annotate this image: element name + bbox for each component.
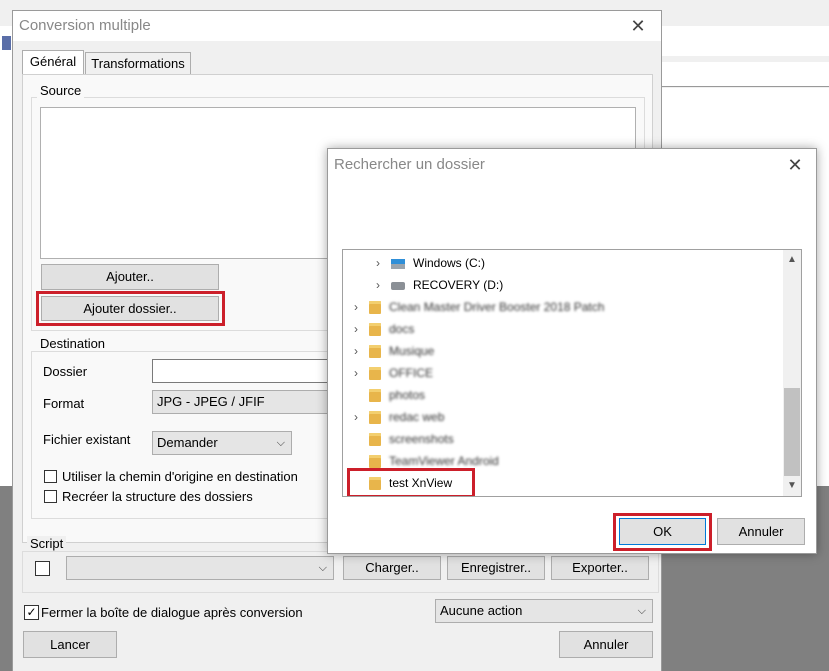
add-button[interactable]: Ajouter.. — [41, 264, 219, 290]
close-icon[interactable]: ✕ — [780, 150, 810, 180]
chevron-right-icon[interactable]: › — [349, 406, 363, 428]
format-select[interactable]: JPG - JPEG / JFIF — [152, 390, 352, 414]
tree-item[interactable]: photos — [343, 384, 783, 406]
background-toolbar — [660, 26, 829, 56]
export-button[interactable]: Exporter.. — [551, 556, 649, 580]
tree-scrollbar[interactable]: ▲ ▼ — [783, 250, 801, 496]
recreate-structure-label: Recréer la structure des dossiers — [62, 489, 253, 504]
use-original-path-label: Utiliser la chemin d'origine en destinat… — [62, 469, 298, 484]
folder-icon — [369, 433, 381, 447]
tab-general[interactable]: Général — [22, 50, 84, 75]
destination-label: Destination — [37, 336, 109, 351]
load-button[interactable]: Charger.. — [343, 556, 441, 580]
folder-icon — [369, 389, 381, 403]
app-icon — [2, 36, 11, 50]
tree-item[interactable]: › RECOVERY (D:) — [343, 274, 783, 296]
tree-item-label: TeamViewer Android — [389, 454, 499, 468]
background-tabbar — [660, 62, 829, 87]
ok-button[interactable]: OK — [619, 518, 706, 545]
tree-item-label: redac web — [389, 410, 445, 424]
chevron-right-icon[interactable]: › — [349, 340, 363, 362]
chevron-right-icon[interactable]: › — [371, 274, 385, 296]
existing-file-select[interactable]: Demander ⌵ — [152, 431, 292, 455]
scrollbar-thumb[interactable] — [784, 388, 800, 476]
run-button[interactable]: Lancer — [23, 631, 117, 658]
script-checkbox[interactable] — [35, 561, 50, 576]
browse-cancel-button[interactable]: Annuler — [717, 518, 805, 545]
recreate-structure-checkbox[interactable] — [44, 490, 57, 503]
tree-item-label: Windows (C:) — [413, 256, 486, 270]
chevron-down-icon: ⌵ — [276, 437, 285, 449]
save-script-button[interactable]: Enregistrer.. — [447, 556, 545, 580]
format-label: Format — [43, 396, 85, 411]
tree-item-label: photos — [389, 388, 426, 402]
chevron-down-icon: ⌵ — [318, 562, 327, 574]
tree-item-label: Clean Master Driver Booster 2018 Patch — [389, 300, 605, 314]
folder-icon — [369, 411, 381, 425]
windows-drive-icon — [391, 258, 405, 269]
chevron-right-icon[interactable]: › — [349, 296, 363, 318]
folder-icon — [369, 455, 381, 469]
tree-item[interactable]: › redac web — [343, 406, 783, 428]
tree-item[interactable]: › docs — [343, 318, 783, 340]
script-select[interactable]: ⌵ — [66, 556, 334, 580]
source-label: Source — [37, 83, 85, 98]
tree-item[interactable]: screenshots — [343, 428, 783, 450]
conversion-titlebar: Conversion multiple ✕ — [13, 11, 661, 41]
tree-item-label: Musique — [389, 344, 435, 358]
folder-input[interactable] — [152, 359, 352, 383]
folder-tree[interactable]: › Windows (C:) › RECOVERY (D:) › Clean Master… — [342, 249, 802, 497]
chevron-right-icon[interactable]: › — [349, 362, 363, 384]
tree-item-label: docs — [389, 322, 415, 336]
folder-icon — [369, 367, 381, 381]
dialog-title: Conversion multiple — [19, 17, 151, 34]
chevron-right-icon[interactable]: › — [349, 318, 363, 340]
scroll-down-icon[interactable]: ▼ — [787, 480, 797, 491]
tree-item-label: screenshots — [389, 432, 454, 446]
folder-icon — [369, 323, 381, 337]
tree-item[interactable]: › Clean Master Driver Booster 2018 Patch — [343, 296, 783, 318]
folder-label: Dossier — [43, 364, 88, 379]
close-after-checkbox[interactable]: ✓ — [24, 605, 39, 620]
tree-item-label: OFFICE — [389, 366, 433, 380]
add-folder-button[interactable]: Ajouter dossier.. — [41, 296, 219, 321]
tree-item[interactable]: › Musique — [343, 340, 783, 362]
tree-item[interactable]: › Windows (C:) — [343, 252, 783, 274]
use-original-path-checkbox[interactable] — [44, 470, 57, 483]
tree-item[interactable]: › OFFICE — [343, 362, 783, 384]
drive-icon — [391, 281, 405, 290]
scroll-up-icon[interactable]: ▲ — [787, 254, 797, 265]
close-after-label: Fermer la boîte de dialogue après conver… — [41, 605, 303, 620]
browse-titlebar: Rechercher un dossier ✕ — [328, 149, 816, 181]
folder-icon — [369, 301, 381, 315]
tab-transformations[interactable]: Transformations — [85, 52, 191, 74]
folder-tree-items: › Windows (C:) › RECOVERY (D:) › Clean Master… — [343, 252, 783, 496]
after-action-select[interactable]: Aucune action ⌵ — [435, 599, 653, 623]
folder-icon — [369, 345, 381, 359]
tree-item-label: RECOVERY (D:) — [413, 278, 504, 292]
selected-folder-highlight — [347, 468, 475, 496]
script-label: Script — [27, 536, 67, 551]
browse-dialog-title: Rechercher un dossier — [334, 156, 485, 173]
background-left-strip — [0, 26, 12, 486]
browse-folder-dialog: Rechercher un dossier ✕ › Windows (C:) › RE… — [327, 148, 817, 554]
existing-file-label: Fichier existant — [43, 432, 131, 447]
chevron-right-icon[interactable]: › — [371, 252, 385, 274]
main-cancel-button[interactable]: Annuler — [559, 631, 653, 658]
close-icon[interactable]: ✕ — [623, 11, 653, 41]
chevron-down-icon: ⌵ — [637, 605, 646, 617]
